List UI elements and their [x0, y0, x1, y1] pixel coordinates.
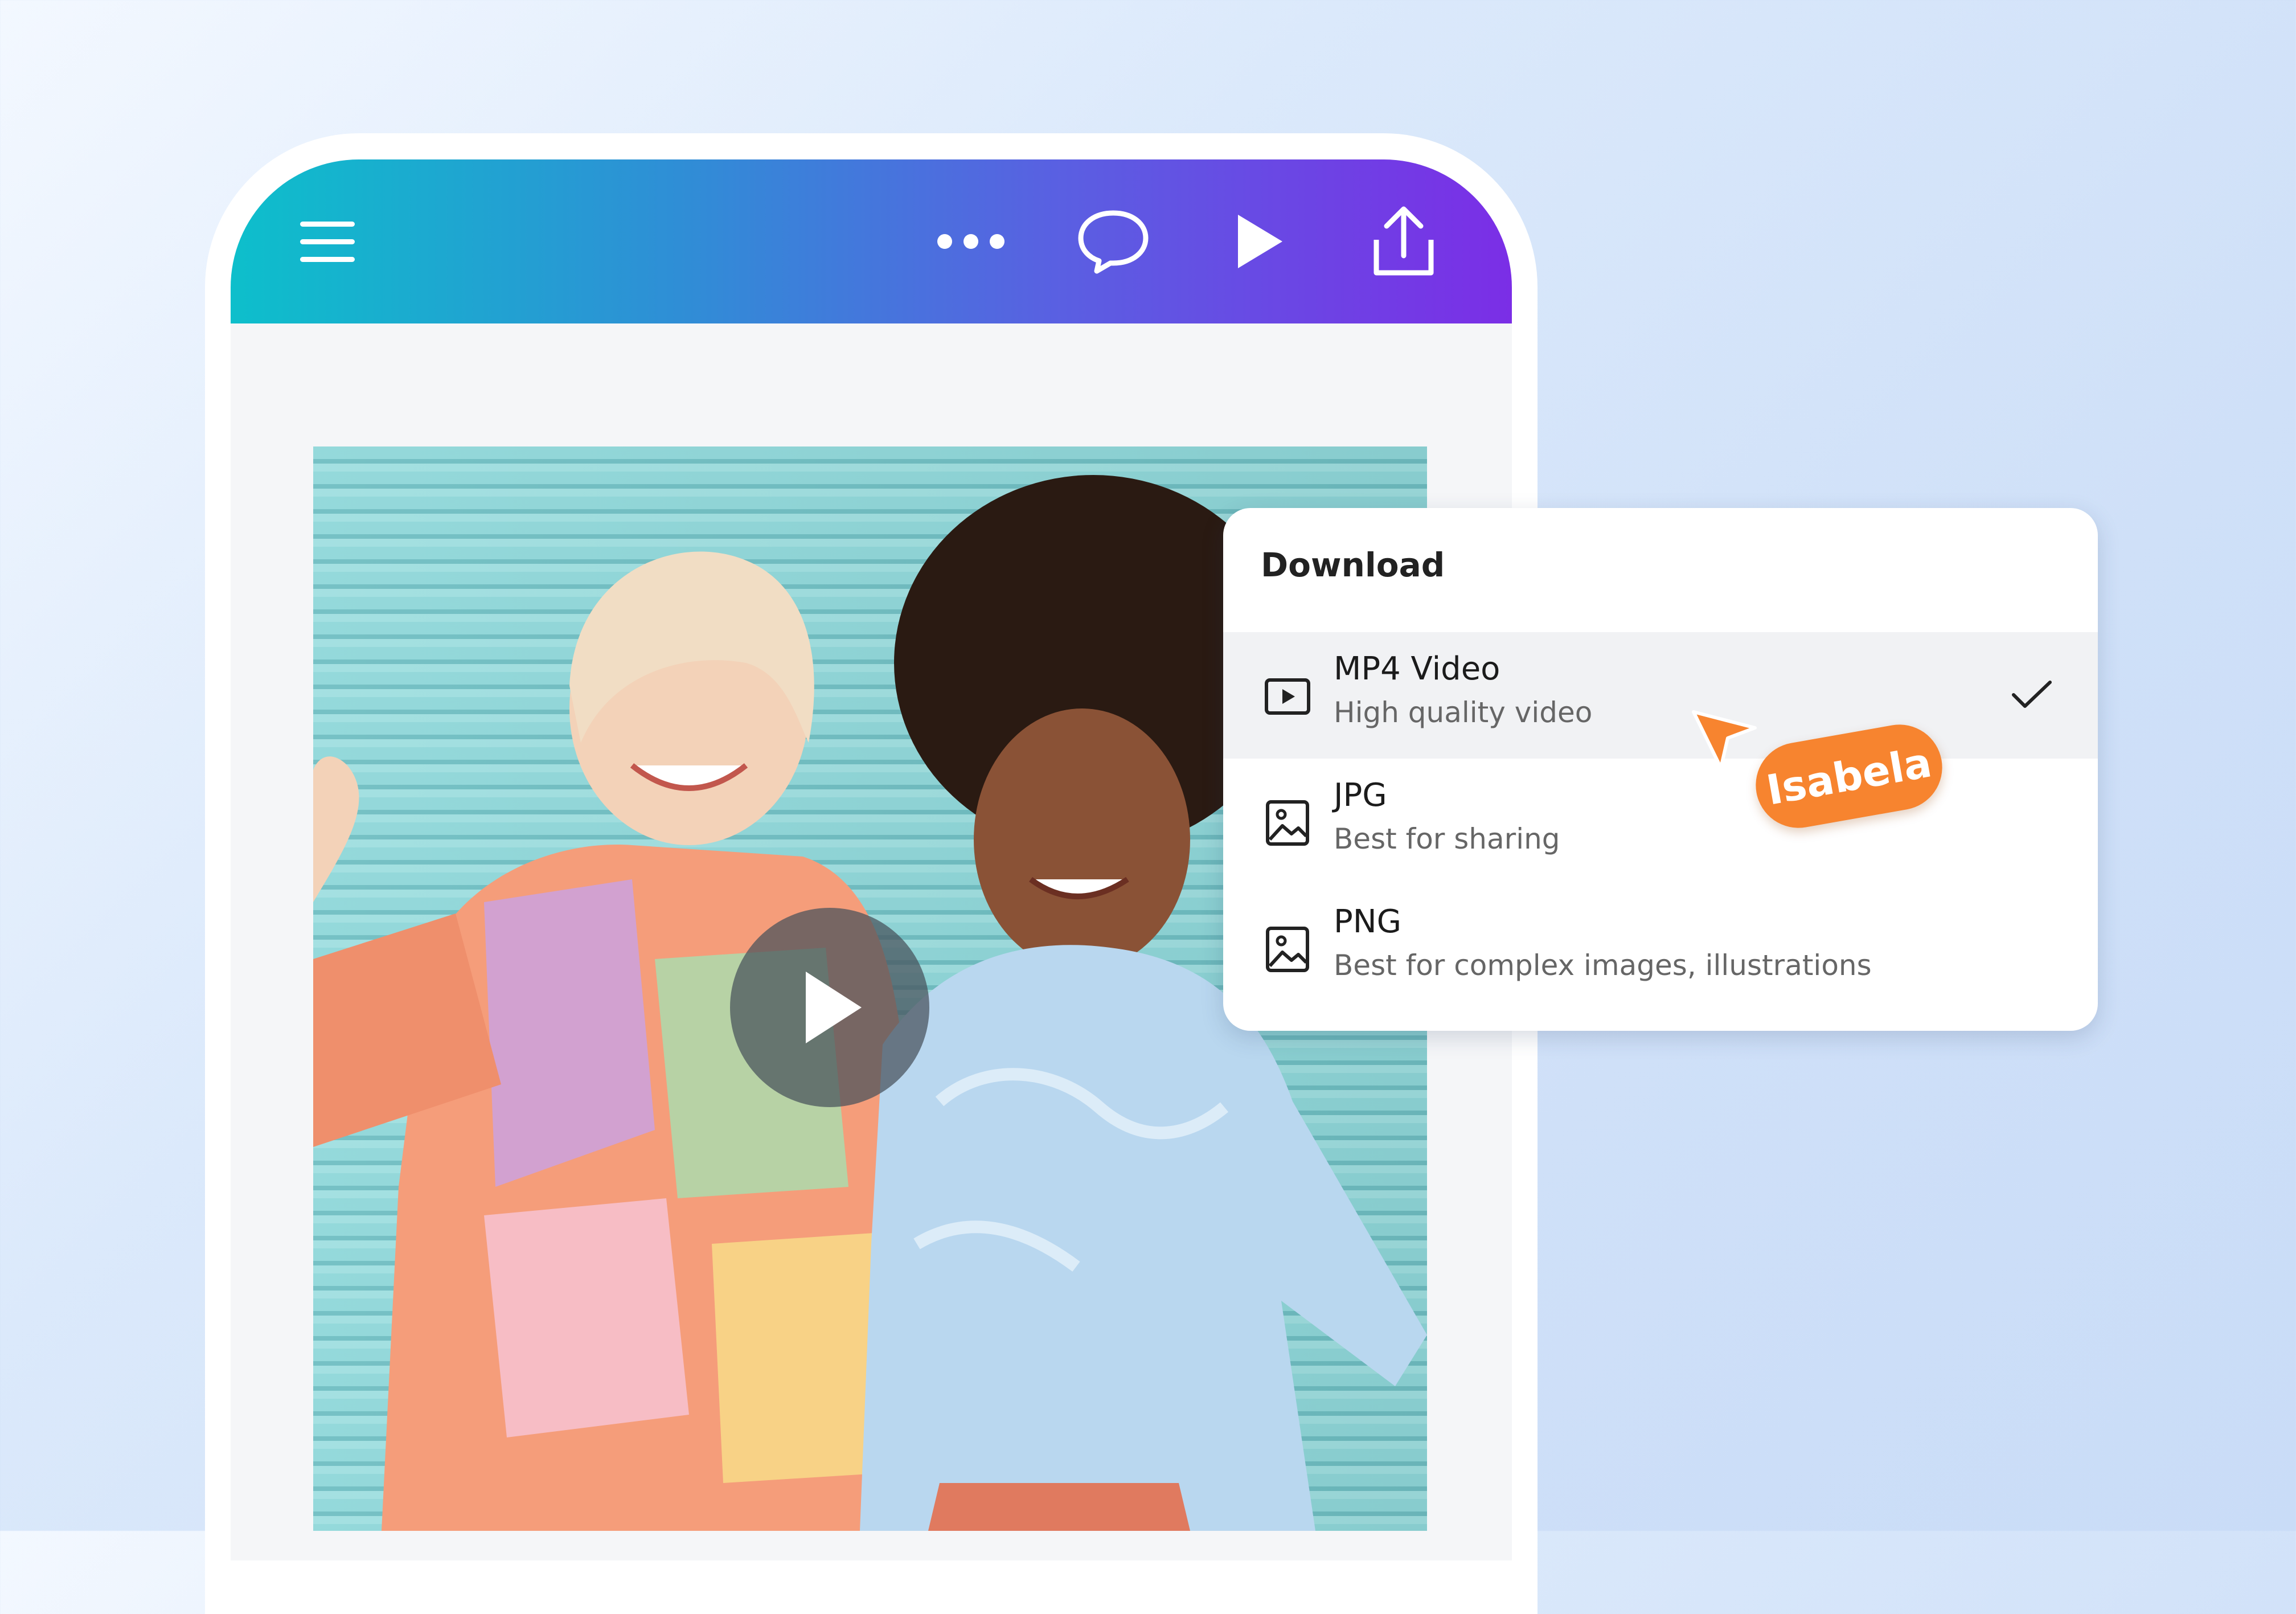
top-toolbar: [231, 159, 1512, 323]
play-icon[interactable]: [1216, 159, 1301, 323]
image-icon: [1266, 800, 1309, 846]
more-icon[interactable]: [925, 159, 1016, 323]
download-option-jpg[interactable]: JPG Best for sharing: [1223, 759, 2098, 885]
option-name: PNG: [1334, 903, 1402, 940]
image-icon: [1266, 927, 1309, 972]
option-description: Best for complex images, illustrations: [1334, 949, 1872, 982]
option-description: High quality video: [1334, 696, 1593, 729]
option-name: JPG: [1334, 777, 1387, 814]
share-icon[interactable]: [1361, 159, 1446, 323]
video-file-icon: [1265, 678, 1310, 715]
checkmark-icon: [2012, 681, 2052, 708]
option-name: MP4 Video: [1334, 650, 1500, 687]
download-panel: Download MP4 Video High quality video JP…: [1223, 508, 2098, 1031]
video-play-button[interactable]: [730, 908, 929, 1107]
download-option-png[interactable]: PNG Best for complex images, illustratio…: [1223, 885, 2098, 1011]
collaborator-cursor-icon: [1692, 710, 1757, 769]
comment-icon[interactable]: [1071, 159, 1156, 323]
option-description: Best for sharing: [1334, 822, 1560, 855]
download-option-mp4[interactable]: MP4 Video High quality video: [1223, 632, 2098, 759]
menu-icon[interactable]: [293, 159, 362, 323]
download-panel-title: Download: [1261, 546, 1445, 584]
